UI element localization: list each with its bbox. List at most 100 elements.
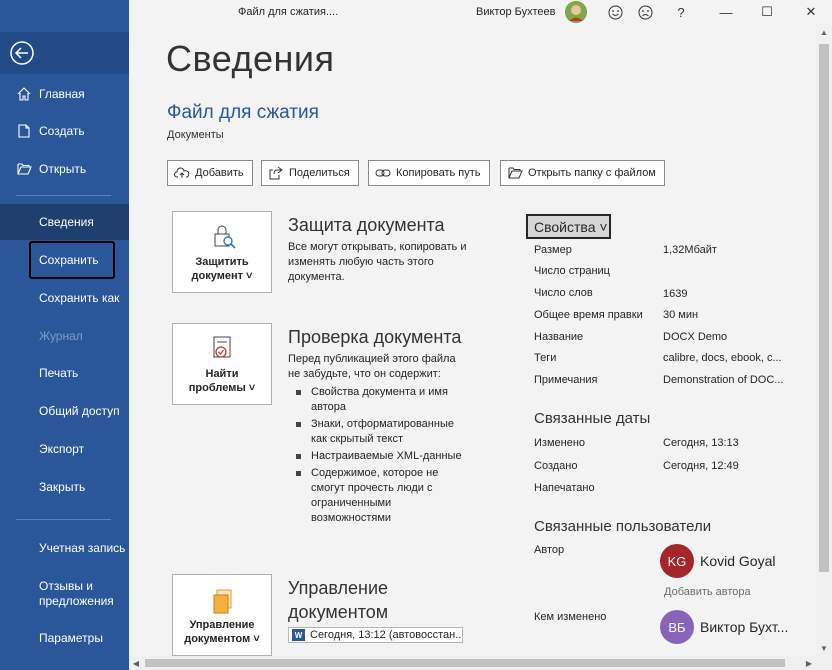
prop-label-title: Название (534, 331, 584, 343)
maximize-button[interactable]: ☐ (758, 3, 776, 21)
back-button[interactable] (0, 32, 129, 74)
scroll-down-icon[interactable]: ▼ (816, 640, 832, 656)
scroll-left-icon[interactable]: ◀ (129, 656, 143, 670)
protect-title: Защита документа (288, 215, 445, 235)
frown-feedback-icon[interactable] (636, 3, 654, 21)
date-label-modified: Изменено (534, 437, 586, 449)
manage-title-line2: документом (288, 602, 389, 622)
backstage-sidebar: Главная Создать Открыть Сведения Сохрани… (0, 0, 129, 670)
list-item: Свойства документа и имя автора (292, 385, 472, 415)
prop-label-comments: Примечания (534, 374, 598, 386)
date-label-created: Создано (534, 460, 578, 472)
manage-document-button[interactable]: Управление документом ˅ (172, 574, 272, 656)
sidebar-item-share[interactable]: Общий доступ (0, 393, 129, 429)
author-name: Kovid Goyal (700, 553, 776, 569)
document-title: Файл для сжатия.... (238, 6, 339, 18)
folder-open-icon (16, 161, 32, 177)
smiley-feedback-icon[interactable] (606, 3, 624, 21)
sidebar-item-home[interactable]: Главная (0, 76, 129, 112)
related-people-title: Связанные пользователи (534, 518, 712, 535)
inspect-document-icon (209, 334, 237, 362)
new-document-icon (16, 123, 32, 139)
author-label: Автор (534, 544, 565, 556)
protect-document-button[interactable]: Защитить документ ˅ (172, 211, 272, 293)
prop-label-tags: Теги (534, 352, 557, 364)
sidebar-divider (16, 195, 111, 196)
date-value-created: Сегодня, 12:49 (663, 460, 739, 472)
sidebar-item-export[interactable]: Экспорт (0, 431, 129, 467)
file-location: Документы (167, 129, 224, 141)
sidebar-item-options[interactable]: Параметры (0, 620, 129, 656)
scroll-thumb[interactable] (145, 659, 785, 667)
sidebar-item-feedback[interactable]: Отзывы и предложения (0, 572, 129, 616)
avatar: KG (660, 544, 694, 578)
prop-value-words: 1639 (663, 288, 688, 300)
list-item: Настраиваемые XML-данные (292, 449, 472, 464)
lock-search-icon (209, 222, 237, 250)
add-author-link[interactable]: Добавить автора (664, 586, 751, 598)
sidebar-item-account[interactable]: Учетная запись (0, 530, 129, 566)
horizontal-scrollbar[interactable]: ◀ ▶ (129, 656, 816, 670)
share-button[interactable]: Поделиться (261, 160, 359, 186)
sidebar-item-save[interactable]: Сохранить (0, 242, 129, 278)
copy-path-button[interactable]: Копировать путь (368, 160, 490, 186)
scroll-thumb[interactable] (819, 44, 829, 572)
sidebar-item-new[interactable]: Создать (0, 113, 129, 149)
cloud-upload-icon (174, 166, 190, 180)
prop-label-pages: Число страниц (534, 265, 610, 277)
date-label-printed: Напечатано (534, 482, 595, 494)
inspect-title: Проверка документа (288, 327, 462, 347)
close-button[interactable]: ✕ (802, 3, 820, 21)
inspect-description: Перед публикацией этого файла не забудьт… (288, 353, 456, 380)
prop-value-tags[interactable]: calibre, docs, ebook, c... (663, 352, 788, 364)
user-name[interactable]: Виктор Бухтеев (476, 6, 555, 18)
date-value-modified: Сегодня, 13:13 (663, 437, 739, 449)
scroll-up-icon[interactable]: ▲ (816, 24, 832, 40)
prop-label-edit-time: Общее время правки (534, 309, 643, 321)
link-icon (375, 166, 391, 180)
modified-by-label: Кем изменено (534, 611, 607, 623)
check-issues-button[interactable]: Найти проблемы ˅ (172, 323, 272, 405)
avatar: ВБ (660, 610, 694, 644)
sidebar-item-print[interactable]: Печать (0, 355, 129, 391)
sidebar-item-open[interactable]: Открыть (0, 151, 129, 187)
prop-value-size: 1,32Мбайт (663, 244, 717, 256)
file-name: Файл для сжатия (167, 102, 319, 123)
sidebar-item-close[interactable]: Закрыть (0, 469, 129, 505)
open-folder-button[interactable]: Открыть папку с файлом (500, 160, 665, 186)
sidebar-item-info[interactable]: Сведения (0, 204, 129, 240)
sidebar-item-save-as[interactable]: Сохранить как (0, 280, 129, 316)
scroll-right-icon[interactable]: ▶ (802, 656, 816, 670)
modifier-name: Виктор Бухт... (700, 619, 789, 635)
related-dates-title: Связанные даты (534, 410, 651, 427)
modifier-person[interactable]: ВБ Виктор Бухт... (660, 610, 788, 644)
manage-document-icon (209, 587, 237, 615)
sidebar-divider (16, 519, 111, 520)
info-page: Сведения Файл для сжатия Документы Добав… (129, 24, 816, 656)
page-title: Сведения (166, 38, 335, 79)
sidebar-item-history: Журнал (39, 329, 83, 343)
prop-label-size: Размер (534, 244, 572, 256)
home-icon (16, 86, 32, 102)
add-button[interactable]: Добавить (167, 160, 253, 186)
list-item: Знаки, отформатированные как скрытый тек… (292, 417, 472, 447)
autosave-version-item[interactable]: W Сегодня, 13:12 (автовосстан... (288, 627, 463, 643)
back-arrow-icon (10, 41, 34, 65)
title-bar: Файл для сжатия.... Виктор Бухтеев ? — ☐… (129, 0, 832, 24)
inspect-issue-list: Свойства документа и имя автора Знаки, о… (292, 385, 472, 528)
share-icon (268, 166, 284, 180)
prop-value-comments[interactable]: Demonstration of DOC... (663, 374, 788, 386)
user-avatar[interactable] (565, 1, 587, 23)
minimize-button[interactable]: — (717, 3, 735, 21)
author-person[interactable]: KG Kovid Goyal (660, 544, 775, 578)
help-button[interactable]: ? (672, 3, 690, 21)
word-file-icon: W (292, 629, 305, 641)
properties-dropdown[interactable]: Свойства ˅ (526, 214, 611, 239)
prop-value-edit-time: 30 мин (663, 309, 699, 321)
prop-value-title[interactable]: DOCX Demo (663, 331, 788, 343)
scroll-corner (816, 656, 832, 670)
folder-icon (507, 166, 523, 180)
prop-label-words: Число слов (534, 287, 593, 299)
protect-description: Все могут открывать, копировать и изменя… (288, 241, 467, 283)
vertical-scrollbar[interactable]: ▲ ▼ (816, 24, 832, 656)
